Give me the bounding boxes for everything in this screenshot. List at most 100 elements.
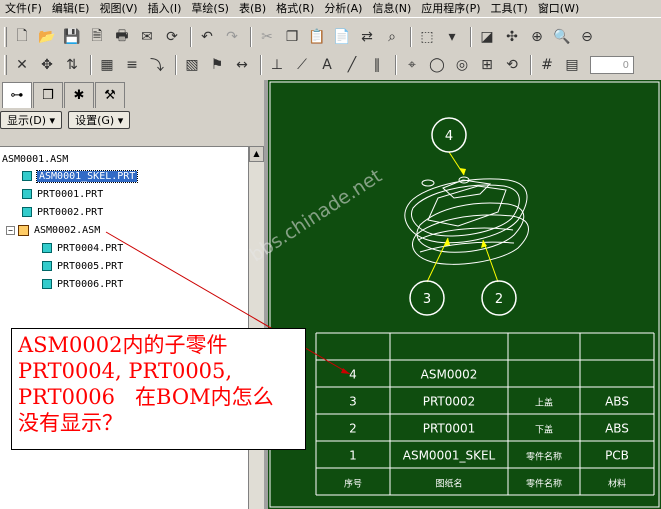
paste-special-icon[interactable]: 📄 bbox=[331, 26, 353, 48]
bom-cell[interactable]: 序号 bbox=[344, 478, 362, 490]
connections-tab[interactable]: ⚒ bbox=[95, 82, 125, 108]
menu-item-3[interactable]: 插入(I) bbox=[143, 1, 187, 17]
grid-icon[interactable]: # bbox=[536, 54, 558, 76]
print-preview-icon[interactable]: 🗎 bbox=[86, 26, 108, 48]
bom-cell[interactable]: 零件名称 bbox=[526, 478, 562, 490]
display-dropdown-button[interactable]: 显示(D) ▾ bbox=[0, 111, 63, 129]
open-icon[interactable]: 📂 bbox=[36, 26, 58, 48]
navigator-tabs: ⊶ ❒ ✱ ⚒ bbox=[0, 80, 250, 108]
move-icon[interactable]: ✥ bbox=[36, 54, 58, 76]
parallel-line-icon[interactable]: ∥ bbox=[366, 54, 388, 76]
tree-item-label: PRT0005.PRT bbox=[57, 260, 124, 272]
menu-item-1[interactable]: 编辑(E) bbox=[47, 1, 95, 17]
bom-cell[interactable]: 2 bbox=[349, 422, 357, 436]
toolbar-grip[interactable] bbox=[4, 55, 7, 75]
insert-note-icon[interactable]: ≡ bbox=[121, 54, 143, 76]
bom-table[interactable]: 4 ASM0002 3 PRT0002 上盖 ABS 2 PRT0001 下盖 ABS 1 ASM00… bbox=[315, 332, 655, 496]
tree-root[interactable]: ASM0001.ASM bbox=[2, 151, 68, 167]
spin-input[interactable]: 0 bbox=[590, 56, 634, 74]
bom-cell[interactable]: ABS bbox=[605, 395, 629, 409]
tree-item[interactable]: PRT0006.PRT bbox=[42, 276, 123, 292]
delete-icon[interactable]: ✕ bbox=[11, 54, 33, 76]
repeat-region-icon[interactable]: ⟲ bbox=[501, 54, 523, 76]
cut-icon[interactable]: ✂ bbox=[256, 26, 278, 48]
tree-item[interactable]: PRT0001.PRT bbox=[22, 186, 103, 202]
paste-icon[interactable]: 📋 bbox=[306, 26, 328, 48]
menu-item-6[interactable]: 格式(R) bbox=[271, 1, 319, 17]
menu-item-0[interactable]: 文件(F) bbox=[0, 1, 47, 17]
save-icon[interactable]: 💾 bbox=[61, 26, 83, 48]
bom-cell[interactable]: ASM0002 bbox=[421, 368, 478, 382]
tree-item[interactable]: PRT0004.PRT bbox=[42, 240, 123, 256]
collapse-icon[interactable]: − bbox=[6, 225, 15, 235]
bom-cell[interactable]: ASM0001_SKEL bbox=[403, 449, 496, 463]
undo-icon[interactable]: ↶ bbox=[196, 26, 218, 48]
text-style-icon[interactable]: A bbox=[316, 54, 338, 76]
insert-table-icon[interactable]: ▦ bbox=[96, 54, 118, 76]
dimension-icon[interactable]: ↔ bbox=[231, 54, 253, 76]
symbol-icon[interactable]: ⚑ bbox=[206, 54, 228, 76]
toolbar-separator bbox=[260, 55, 262, 75]
bom-cell[interactable]: PRT0001 bbox=[423, 422, 476, 436]
zoom-in-icon[interactable]: 🔍 bbox=[551, 26, 573, 48]
menu-item-7[interactable]: 分析(A) bbox=[319, 1, 367, 17]
tree-item[interactable]: PRT0002.PRT bbox=[22, 204, 103, 220]
leader-icon[interactable]: ⟋ bbox=[291, 54, 313, 76]
regenerate-icon[interactable]: ⇄ bbox=[356, 26, 378, 48]
bom-cell[interactable]: 3 bbox=[349, 395, 357, 409]
tree-item-label: PRT0006.PRT bbox=[57, 278, 124, 290]
part-icon bbox=[42, 261, 52, 271]
menu-item-9[interactable]: 应用程序(P) bbox=[416, 1, 485, 17]
toolbar-grip[interactable] bbox=[4, 27, 7, 47]
select-box-icon[interactable]: ⬚ bbox=[416, 26, 438, 48]
dropdown-arrow-icon[interactable]: ▾ bbox=[441, 26, 463, 48]
menu-item-11[interactable]: 窗口(W) bbox=[533, 1, 584, 17]
wrap-icon[interactable]: ⤵ bbox=[146, 54, 168, 76]
tree-item[interactable]: PRT0005.PRT bbox=[42, 258, 123, 274]
bom-cell[interactable]: 零件名称 bbox=[526, 451, 562, 463]
drawing-canvas[interactable]: 4 3 2 4 ASM0002 3 PRT0002 上盖 ABS 2 PRT0001 下盖 ABS… bbox=[268, 80, 661, 509]
spin-center-icon[interactable]: ✣ bbox=[501, 26, 523, 48]
tree-item[interactable]: ASM0001_SKEL.PRT bbox=[22, 168, 139, 184]
zoom-out-icon[interactable]: ⊖ bbox=[576, 26, 598, 48]
balloon-2-label: 2 bbox=[495, 292, 503, 307]
menu-item-8[interactable]: 信息(N) bbox=[367, 1, 416, 17]
binoculars-icon[interactable]: ⌕ bbox=[381, 26, 403, 48]
bom-cell[interactable]: 上盖 bbox=[535, 397, 553, 409]
menu-item-5[interactable]: 表(B) bbox=[234, 1, 271, 17]
ordinate-icon[interactable]: ⊥ bbox=[266, 54, 288, 76]
new-icon[interactable]: 🗋 bbox=[11, 26, 33, 48]
balloon-icon[interactable]: ◯ bbox=[426, 54, 448, 76]
table-icon[interactable]: ⊞ bbox=[476, 54, 498, 76]
favorites-tab[interactable]: ✱ bbox=[64, 82, 94, 108]
hatch-icon[interactable]: ▧ bbox=[181, 54, 203, 76]
layers-tab[interactable]: ❒ bbox=[33, 82, 63, 108]
menu-item-10[interactable]: 工具(T) bbox=[486, 1, 533, 17]
menu-item-2[interactable]: 视图(V) bbox=[94, 1, 142, 17]
bom-cell[interactable]: PCB bbox=[605, 449, 629, 463]
model-tree-tab[interactable]: ⊶ bbox=[2, 82, 32, 108]
bom-cell[interactable]: 1 bbox=[349, 449, 357, 463]
menu-item-4[interactable]: 草绘(S) bbox=[186, 1, 234, 17]
refresh-icon[interactable]: ⟳ bbox=[161, 26, 183, 48]
mail-icon[interactable]: ✉ bbox=[136, 26, 158, 48]
scroll-up-arrow[interactable]: ▲ bbox=[249, 146, 264, 162]
zoom-fit-icon[interactable]: ⊕ bbox=[526, 26, 548, 48]
line-style-icon[interactable]: ╱ bbox=[341, 54, 363, 76]
bom-cell[interactable]: PRT0002 bbox=[423, 395, 476, 409]
bom-balloon-icon[interactable]: ◎ bbox=[451, 54, 473, 76]
bom-cell[interactable]: 图纸名 bbox=[435, 478, 462, 490]
table-edit-icon[interactable]: ▤ bbox=[561, 54, 583, 76]
datum-display-icon[interactable]: ◪ bbox=[476, 26, 498, 48]
tree-item[interactable]: − ASM0002.ASM bbox=[6, 222, 100, 238]
bom-cell[interactable]: 下盖 bbox=[535, 424, 553, 436]
bom-cell[interactable]: ABS bbox=[605, 422, 629, 436]
regen-arrow-icon[interactable]: ⇅ bbox=[61, 54, 83, 76]
gtol-icon[interactable]: ⌖ bbox=[401, 54, 423, 76]
print-icon[interactable]: 🖶 bbox=[111, 26, 133, 48]
settings-dropdown-button[interactable]: 设置(G) ▾ bbox=[68, 111, 131, 129]
bom-cell[interactable]: 材料 bbox=[608, 478, 626, 490]
copy-icon[interactable]: ❐ bbox=[281, 26, 303, 48]
redo-icon[interactable]: ↷ bbox=[221, 26, 243, 48]
bom-cell[interactable]: 4 bbox=[349, 368, 357, 382]
